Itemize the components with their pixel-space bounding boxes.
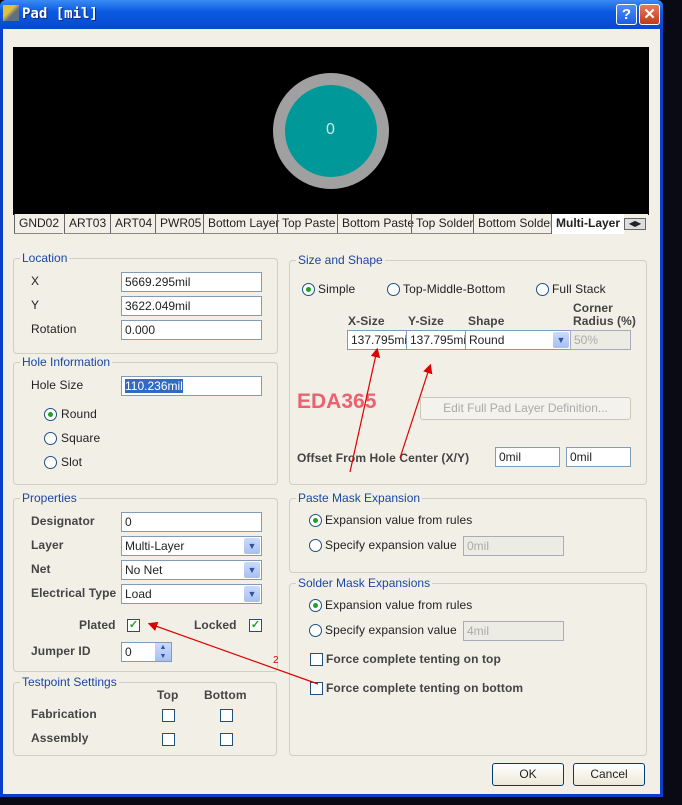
annotation-arrows [147, 347, 433, 685]
arrow-to-plated [147, 621, 319, 685]
arrow-to-x-size [349, 347, 381, 473]
arrow-to-y-size [399, 363, 433, 459]
